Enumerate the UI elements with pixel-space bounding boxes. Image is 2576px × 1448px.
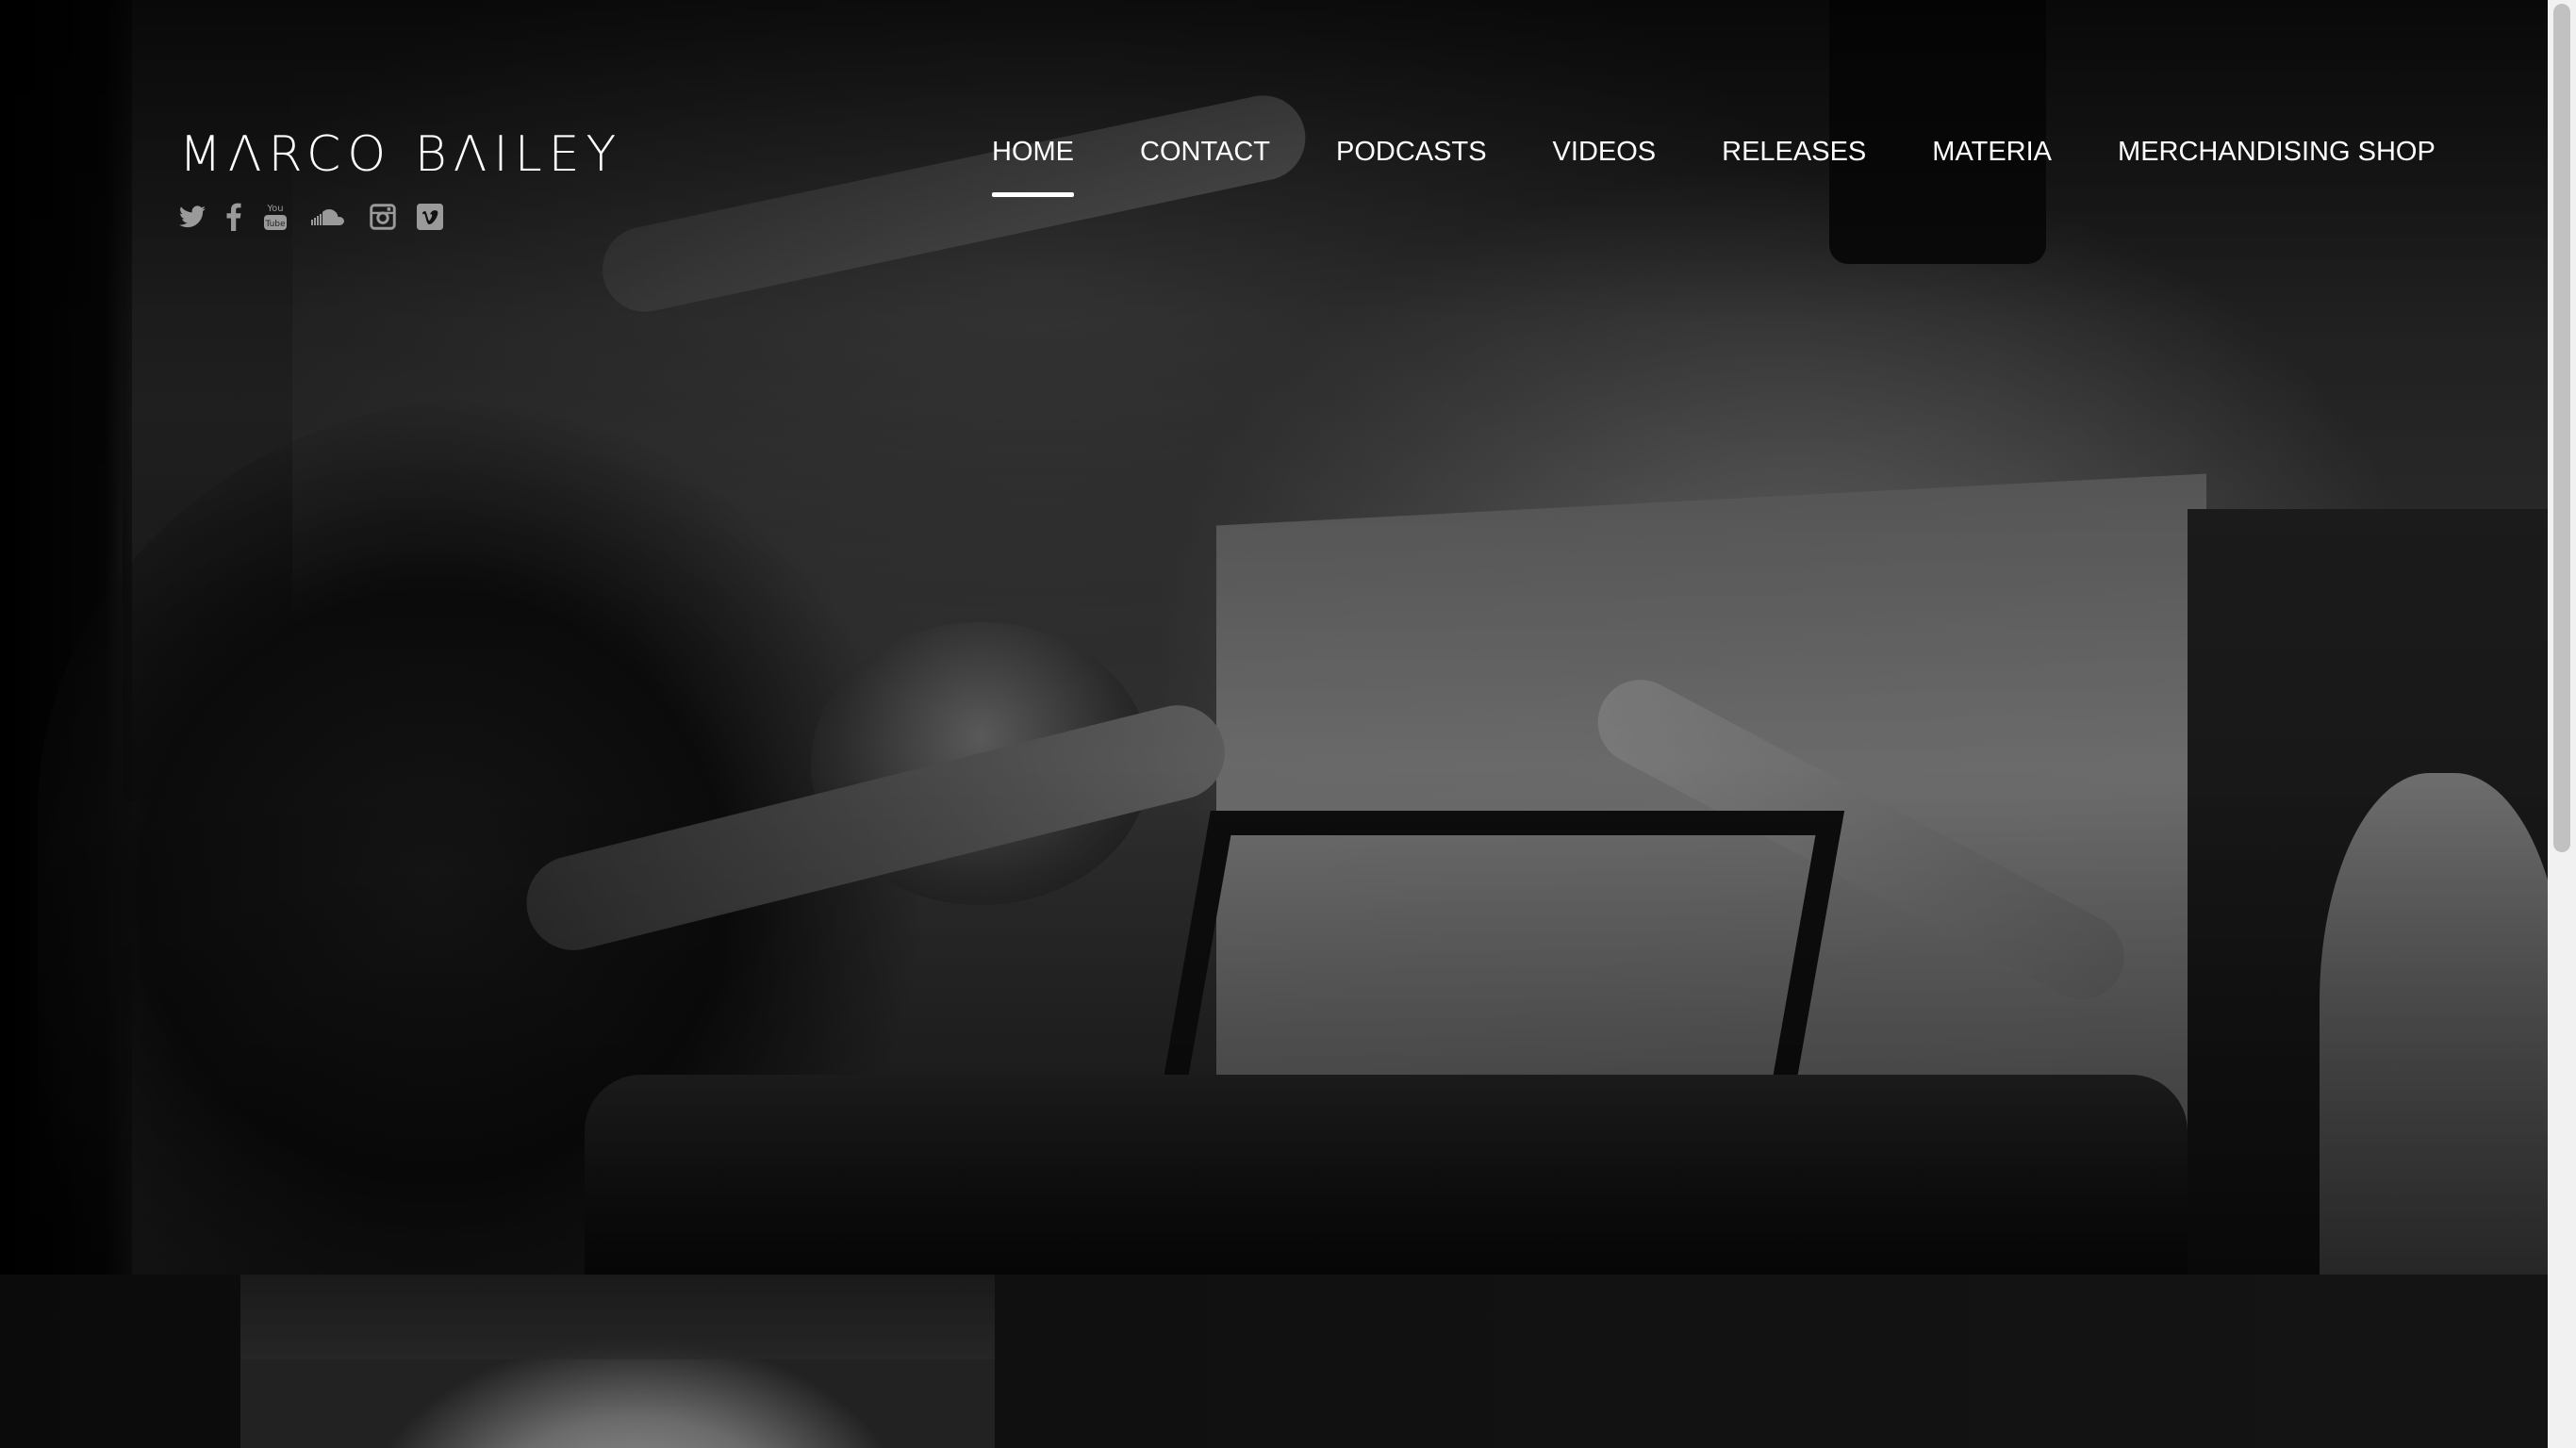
nav-item-videos[interactable]: VIDEOS (1553, 132, 1657, 172)
social-links: You Tube (179, 202, 443, 232)
page-scrollbar[interactable] (2548, 0, 2576, 1448)
twitter-icon[interactable] (179, 202, 206, 232)
scrollbar-thumb[interactable] (2553, 4, 2570, 852)
main-nav: HOME CONTACT PODCASTS VIDEOS RELEASES MA… (992, 132, 2436, 197)
nav-item-home[interactable]: HOME (992, 132, 1074, 197)
nav-item-releases[interactable]: RELEASES (1722, 132, 1866, 172)
nav-item-merchandising-shop[interactable]: MERCHANDISING SHOP (2118, 132, 2436, 172)
nav-item-podcasts[interactable]: PODCASTS (1336, 132, 1487, 172)
site-logo[interactable]: MΛRCO BΛILEY (179, 130, 622, 179)
page: MΛRCO BΛILEY You Tube HOME CONTACT PODCAS… (0, 0, 2548, 1448)
soundcloud-icon[interactable] (309, 202, 349, 232)
nav-item-materia[interactable]: MATERIA (1932, 132, 2052, 172)
instagram-icon[interactable] (370, 202, 396, 232)
portrait-hair (240, 1275, 995, 1359)
vimeo-icon[interactable] (417, 202, 443, 232)
hero-image (0, 0, 2548, 1275)
facebook-icon[interactable] (226, 202, 241, 232)
hero-vignette (0, 0, 2548, 1275)
svg-text:You: You (266, 204, 283, 214)
svg-text:Tube: Tube (264, 220, 286, 229)
youtube-icon[interactable]: You Tube (262, 202, 289, 232)
nav-item-contact[interactable]: CONTACT (1140, 132, 1270, 172)
